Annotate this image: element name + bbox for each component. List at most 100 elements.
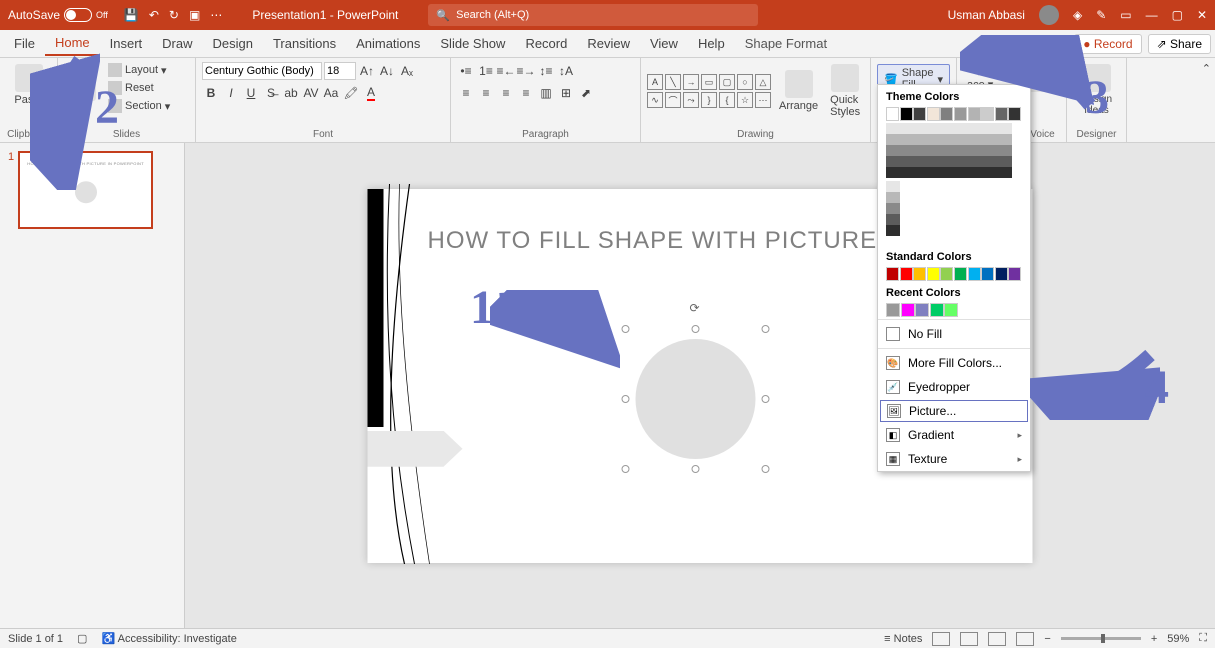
color-swatch[interactable] bbox=[886, 267, 899, 281]
color-shade[interactable] bbox=[942, 145, 956, 156]
color-shade[interactable] bbox=[900, 156, 914, 167]
color-swatch[interactable] bbox=[968, 107, 981, 121]
shapes-gallery[interactable]: A╲→▭▢○△ ∿⌒⤳}{☆⋯ bbox=[647, 74, 771, 108]
color-swatch[interactable] bbox=[940, 107, 953, 121]
font-size-combo[interactable] bbox=[324, 62, 356, 80]
color-swatch[interactable] bbox=[927, 267, 940, 281]
design-ideas-button[interactable]: Design Ideas bbox=[1073, 62, 1120, 118]
shape-brace-icon[interactable]: } bbox=[701, 92, 717, 108]
resize-handle[interactable] bbox=[622, 395, 630, 403]
tab-transitions[interactable]: Transitions bbox=[263, 32, 346, 55]
color-swatch[interactable] bbox=[981, 267, 994, 281]
circle-shape[interactable] bbox=[636, 339, 756, 459]
columns-icon[interactable]: ▥ bbox=[537, 84, 555, 102]
resize-handle[interactable] bbox=[762, 395, 770, 403]
find-button[interactable]: 🔍Find bbox=[963, 62, 1012, 77]
color-shade[interactable] bbox=[998, 134, 1012, 145]
shape-arrow-icon[interactable]: → bbox=[683, 74, 699, 90]
search-box[interactable]: 🔍 Search (Alt+Q) bbox=[428, 4, 758, 26]
tab-draw[interactable]: Draw bbox=[152, 32, 202, 55]
color-shade[interactable] bbox=[886, 145, 900, 156]
normal-view-icon[interactable] bbox=[932, 632, 950, 646]
spell-check-icon[interactable]: ▢ bbox=[77, 632, 87, 645]
color-shade[interactable] bbox=[970, 123, 984, 134]
close-button[interactable]: ✕ bbox=[1197, 8, 1207, 22]
color-swatch[interactable] bbox=[940, 267, 953, 281]
color-shade[interactable] bbox=[914, 134, 928, 145]
shape-rect-icon[interactable]: ▭ bbox=[701, 74, 717, 90]
decrease-font-icon[interactable]: A↓ bbox=[378, 62, 396, 80]
zoom-in-icon[interactable]: + bbox=[1151, 633, 1157, 645]
tab-home[interactable]: Home bbox=[45, 31, 100, 56]
shape-oval-icon[interactable]: ○ bbox=[737, 74, 753, 90]
resize-handle[interactable] bbox=[622, 325, 630, 333]
color-shade[interactable] bbox=[956, 134, 970, 145]
color-shade[interactable] bbox=[900, 167, 914, 178]
shape-more-icon[interactable]: ⋯ bbox=[755, 92, 771, 108]
redo-icon[interactable]: ↻ bbox=[169, 8, 179, 22]
toggle-off-icon[interactable] bbox=[64, 8, 92, 22]
color-shade[interactable] bbox=[886, 225, 900, 236]
color-swatch[interactable] bbox=[995, 267, 1008, 281]
color-shade[interactable] bbox=[970, 156, 984, 167]
increase-indent-icon[interactable]: ≡→ bbox=[517, 62, 535, 80]
color-swatch[interactable] bbox=[981, 107, 994, 121]
italic-icon[interactable]: I bbox=[222, 84, 240, 102]
slideshow-view-icon[interactable] bbox=[1016, 632, 1034, 646]
shape-text-icon[interactable]: A bbox=[647, 74, 663, 90]
color-shade[interactable] bbox=[886, 167, 900, 178]
color-swatch[interactable] bbox=[954, 107, 967, 121]
tab-record[interactable]: Record bbox=[515, 32, 577, 55]
shape-curve-icon[interactable]: ∿ bbox=[647, 92, 663, 108]
shape-connector-icon[interactable]: ⤳ bbox=[683, 92, 699, 108]
color-shade[interactable] bbox=[886, 181, 900, 192]
color-shade[interactable] bbox=[928, 134, 942, 145]
eyedropper-item[interactable]: 💉Eyedropper bbox=[878, 375, 1030, 399]
undo-icon[interactable]: ↶ bbox=[149, 8, 159, 22]
resize-handle[interactable] bbox=[692, 325, 700, 333]
color-shade[interactable] bbox=[928, 167, 942, 178]
color-swatch[interactable] bbox=[900, 107, 913, 121]
color-shade[interactable] bbox=[998, 156, 1012, 167]
color-shade[interactable] bbox=[914, 145, 928, 156]
gradient-item[interactable]: ◧Gradient▸ bbox=[878, 423, 1030, 447]
zoom-slider[interactable] bbox=[1061, 637, 1141, 640]
color-shade[interactable] bbox=[970, 167, 984, 178]
color-shade[interactable] bbox=[914, 167, 928, 178]
color-swatch[interactable] bbox=[1008, 267, 1021, 281]
color-shade[interactable] bbox=[900, 123, 914, 134]
slide-info[interactable]: Slide 1 of 1 bbox=[8, 633, 63, 645]
resize-handle[interactable] bbox=[692, 465, 700, 473]
new-slide-button[interactable] bbox=[64, 71, 100, 105]
user-name[interactable]: Usman Abbasi bbox=[948, 8, 1025, 22]
slide-thumbnail[interactable]: HOW TO FILL SHAPE WITH PICTURE IN POWERP… bbox=[18, 151, 153, 229]
color-shade[interactable] bbox=[942, 156, 956, 167]
color-shade[interactable] bbox=[900, 134, 914, 145]
picture-item[interactable]: 🖼Picture... bbox=[880, 400, 1028, 422]
tab-slide-show[interactable]: Slide Show bbox=[430, 32, 515, 55]
font-color-icon[interactable]: A bbox=[362, 84, 380, 102]
shape-star-icon[interactable]: ☆ bbox=[737, 92, 753, 108]
font-name-combo[interactable] bbox=[202, 62, 322, 80]
highlight-icon[interactable]: 🖍 bbox=[342, 84, 360, 102]
sorter-view-icon[interactable] bbox=[960, 632, 978, 646]
color-swatch[interactable] bbox=[900, 267, 913, 281]
line-spacing-icon[interactable]: ↕≡ bbox=[537, 62, 555, 80]
numbering-icon[interactable]: 1≡ bbox=[477, 62, 495, 80]
ribbon-display-icon[interactable]: ▭ bbox=[1120, 8, 1131, 22]
quick-styles-button[interactable]: Quick Styles bbox=[826, 62, 864, 120]
color-shade[interactable] bbox=[984, 134, 998, 145]
save-icon[interactable]: 💾 bbox=[124, 8, 139, 22]
arrange-button[interactable]: Arrange bbox=[775, 68, 822, 114]
color-shade[interactable] bbox=[886, 134, 900, 145]
color-shade[interactable] bbox=[998, 167, 1012, 178]
color-shade[interactable] bbox=[886, 214, 900, 225]
decrease-indent-icon[interactable]: ≡← bbox=[497, 62, 515, 80]
tab-animations[interactable]: Animations bbox=[346, 32, 430, 55]
layout-button[interactable]: Layout ▾ bbox=[104, 62, 174, 78]
color-shade[interactable] bbox=[886, 203, 900, 214]
reset-button[interactable]: Reset bbox=[104, 80, 174, 96]
selected-shape[interactable]: ⟳ bbox=[626, 329, 766, 469]
shape-line-icon[interactable]: ╲ bbox=[665, 74, 681, 90]
fit-window-icon[interactable]: ⛶ bbox=[1199, 632, 1207, 645]
